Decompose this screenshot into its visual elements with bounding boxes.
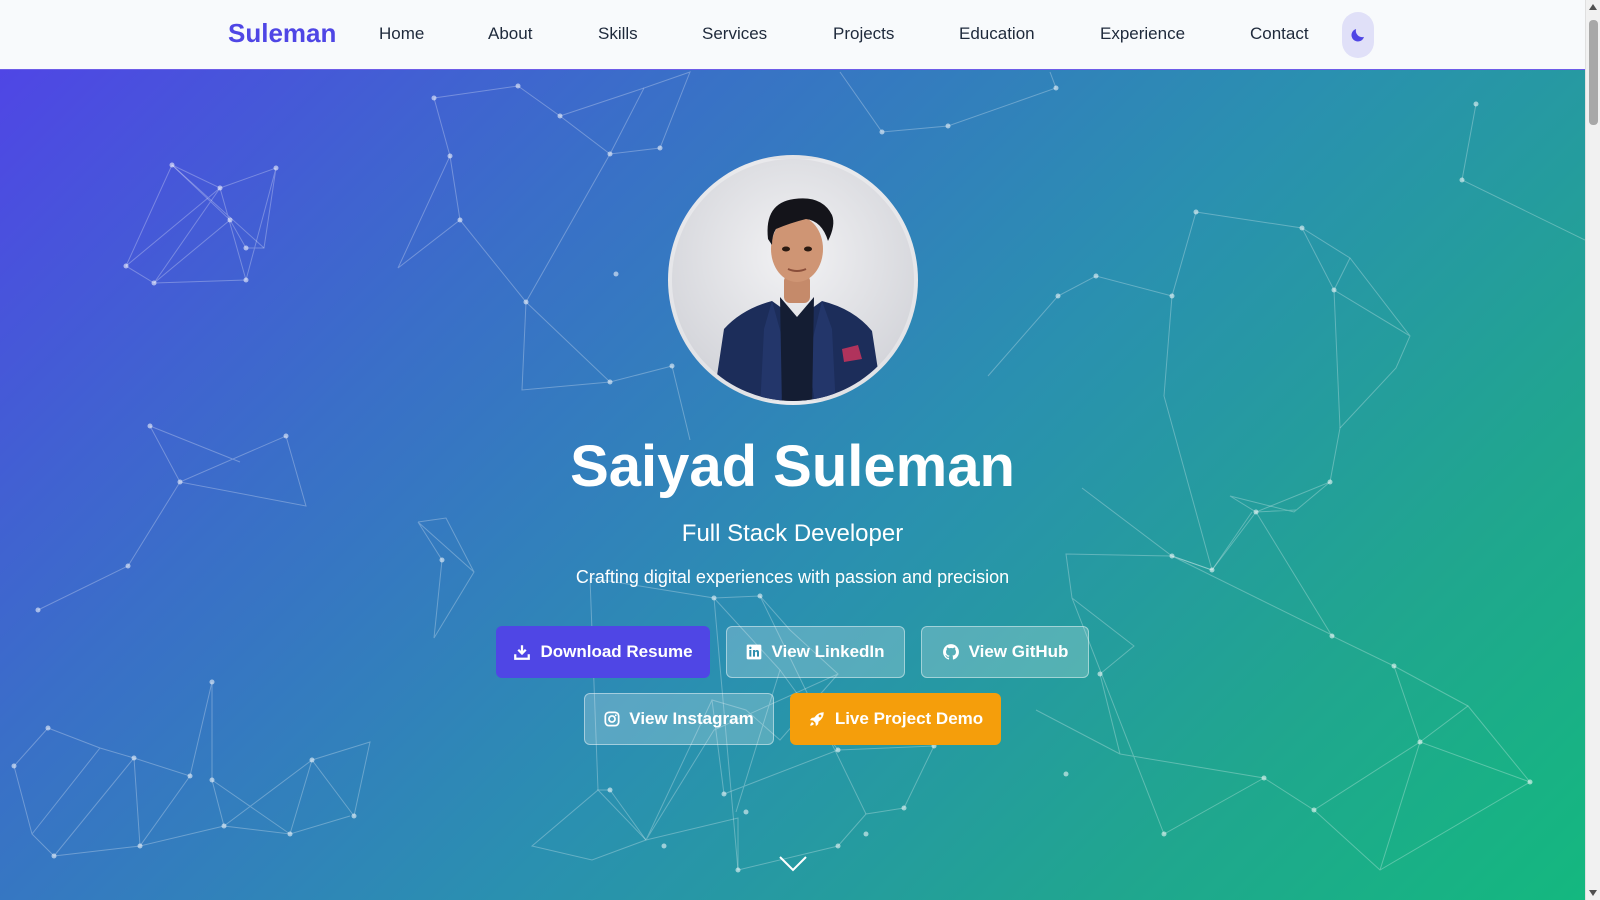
nav-link-about[interactable]: About <box>488 24 532 44</box>
nav-link-experience[interactable]: Experience <box>1100 24 1185 44</box>
nav-link-home[interactable]: Home <box>379 24 424 44</box>
live-project-demo-button[interactable]: Live Project Demo <box>790 693 1001 745</box>
nav-link-education[interactable]: Education <box>959 24 1035 44</box>
view-linkedin-button[interactable]: View LinkedIn <box>726 626 905 678</box>
rocket-icon <box>809 712 824 727</box>
hero-section: Saiyad Suleman Full Stack Developer Craf… <box>0 70 1585 900</box>
instagram-icon <box>604 711 620 727</box>
scrollbar-thumb[interactable] <box>1589 20 1598 125</box>
view-github-label: View GitHub <box>968 642 1069 661</box>
view-instagram-button[interactable]: View Instagram <box>584 693 774 745</box>
hero-name: Saiyad Suleman <box>570 434 1015 499</box>
hero-role: Full Stack Developer <box>681 520 904 547</box>
download-resume-label: Download Resume <box>540 642 693 661</box>
github-icon <box>942 644 959 660</box>
download-icon <box>514 645 531 660</box>
view-instagram-label: View Instagram <box>629 709 754 728</box>
hero-tagline: Crafting digital experiences with passio… <box>575 567 1010 587</box>
nav-link-contact[interactable]: Contact <box>1250 24 1309 44</box>
chevron-down-icon[interactable] <box>779 856 807 872</box>
profile-portrait-illustration <box>713 198 883 401</box>
theme-toggle-button[interactable] <box>1342 12 1374 58</box>
scroll-down-arrow-icon[interactable] <box>1589 890 1597 896</box>
moon-icon <box>1351 29 1364 42</box>
linkedin-icon <box>747 644 762 660</box>
nav-link-services[interactable]: Services <box>702 24 767 44</box>
page-scrollbar[interactable] <box>1585 0 1600 900</box>
nav-link-skills[interactable]: Skills <box>598 24 638 44</box>
view-linkedin-label: View LinkedIn <box>771 642 885 661</box>
brand-logo[interactable]: Suleman <box>228 18 336 49</box>
live-project-demo-label: Live Project Demo <box>834 709 984 728</box>
navbar: Suleman Home About Skills Services Proje… <box>0 0 1585 70</box>
scroll-up-arrow-icon[interactable] <box>1589 4 1597 10</box>
view-github-button[interactable]: View GitHub <box>921 626 1089 678</box>
profile-photo <box>668 155 918 405</box>
nav-link-projects[interactable]: Projects <box>833 24 894 44</box>
download-resume-button[interactable]: Download Resume <box>496 626 710 678</box>
